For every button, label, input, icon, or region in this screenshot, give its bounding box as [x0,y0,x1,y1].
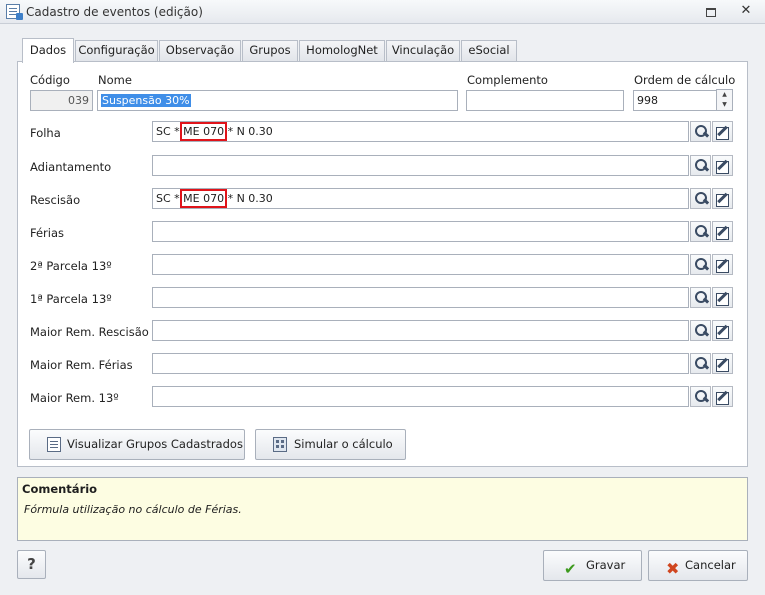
tab-configuracao[interactable]: Configuração [75,40,158,61]
view-groups-button[interactable]: Visualizar Grupos Cadastrados [29,429,245,460]
comment-title: Comentário [22,482,98,496]
ordem-calculo-stepper[interactable]: ▲ ▼ [716,89,733,111]
formula-suffix: * N 0.30 [224,125,273,138]
formula-label-1a-parcela-13: 1ª Parcela 13º [30,292,112,306]
formula-label-2a-parcela-13: 2ª Parcela 13º [30,259,112,273]
highlighted-formula-token: ME 070 [180,122,228,141]
close-window-icon[interactable]: ✕ [738,4,754,19]
search-icon[interactable] [690,287,711,308]
cancel-label: Cancelar [685,558,736,572]
stepper-up-icon[interactable]: ▲ [717,90,732,100]
formula-input-folha[interactable]: SC * ME 070 * N 0.30 [152,121,689,142]
formula-input-ferias[interactable] [152,221,689,242]
save-label: Gravar [586,558,626,572]
tab-esocial[interactable]: eSocial [461,40,517,61]
formula-input-rescisao[interactable]: SC * ME 070 * N 0.30 [152,188,689,209]
help-button[interactable]: ? [17,550,46,579]
edit-icon[interactable] [712,155,733,176]
comment-box: Comentário Fórmula utilização no cálculo… [17,477,748,541]
edit-icon[interactable] [712,221,733,242]
form-app-icon [6,4,23,20]
comment-text: Fórmula utilização no cálculo de Férias. [24,503,242,516]
search-icon[interactable] [690,386,711,407]
cancel-button[interactable]: ✖ Cancelar [648,550,748,581]
formula-suffix: * N 0.30 [224,192,273,205]
edit-icon[interactable] [712,320,733,341]
formula-input-maior-rem-13[interactable] [152,386,689,407]
formula-prefix: SC * [156,192,184,205]
highlighted-formula-token: ME 070 [180,189,228,208]
nome-field[interactable]: Suspensão 30% [97,90,458,111]
event-editor-window: Cadastro de eventos (edição) ✕ Dados Con… [0,0,765,595]
formula-input-1a-parcela-13[interactable] [152,287,689,308]
tab-dados[interactable]: Dados [22,38,74,63]
formula-label-maior-rem-13: Maior Rem. 13º [30,391,119,405]
cancel-x-icon: ✖ [666,559,680,578]
view-groups-label: Visualizar Grupos Cadastrados [67,437,243,451]
search-icon[interactable] [690,221,711,242]
nome-selected-text: Suspensão 30% [101,94,191,107]
search-icon[interactable] [690,254,711,275]
search-icon[interactable] [690,155,711,176]
list-icon [47,437,61,452]
edit-icon[interactable] [712,287,733,308]
formula-label-maior-rem-rescisao: Maior Rem. Rescisão [30,325,149,339]
check-icon: ✔ [564,560,577,578]
tab-grupos[interactable]: Grupos [242,40,298,61]
simulate-calculation-button[interactable]: Simular o cálculo [255,429,406,460]
edit-icon[interactable] [712,386,733,407]
codigo-field: 039 [30,90,93,111]
ordem-calculo-field[interactable]: 998 [633,90,717,111]
title-bar: Cadastro de eventos (edição) ✕ [0,0,765,24]
restore-window-icon[interactable] [702,4,718,19]
formula-input-maior-rem-rescisao[interactable] [152,320,689,341]
formula-label-folha: Folha [30,126,61,140]
formula-input-2a-parcela-13[interactable] [152,254,689,275]
formula-label-rescisao: Rescisão [30,193,81,207]
formula-input-adiantamento[interactable] [152,155,689,176]
codigo-label: Código [30,73,70,87]
formula-label-maior-rem-ferias: Maior Rem. Férias [30,358,133,372]
formula-input-maior-rem-ferias[interactable] [152,353,689,374]
save-button[interactable]: ✔ Gravar [543,550,642,581]
complemento-label: Complemento [467,73,548,87]
formula-label-adiantamento: Adiantamento [30,160,112,174]
formula-label-ferias: Férias [30,226,65,240]
simulate-calculation-label: Simular o cálculo [294,437,393,451]
search-icon[interactable] [690,353,711,374]
stepper-down-icon[interactable]: ▼ [717,100,732,110]
complemento-field[interactable] [466,90,624,111]
tab-vinculacao[interactable]: Vinculação [386,40,460,61]
search-icon[interactable] [690,188,711,209]
search-icon[interactable] [690,121,711,142]
edit-icon[interactable] [712,121,733,142]
calculator-icon [273,437,287,452]
tab-observacao[interactable]: Observação [159,40,241,61]
tab-homolognet[interactable]: HomologNet [299,40,385,61]
formula-prefix: SC * [156,125,184,138]
ordem-calculo-label: Ordem de cálculo [634,73,736,87]
edit-icon[interactable] [712,353,733,374]
nome-label: Nome [98,73,132,87]
window-title: Cadastro de eventos (edição) [26,5,203,19]
edit-icon[interactable] [712,188,733,209]
search-icon[interactable] [690,320,711,341]
edit-icon[interactable] [712,254,733,275]
